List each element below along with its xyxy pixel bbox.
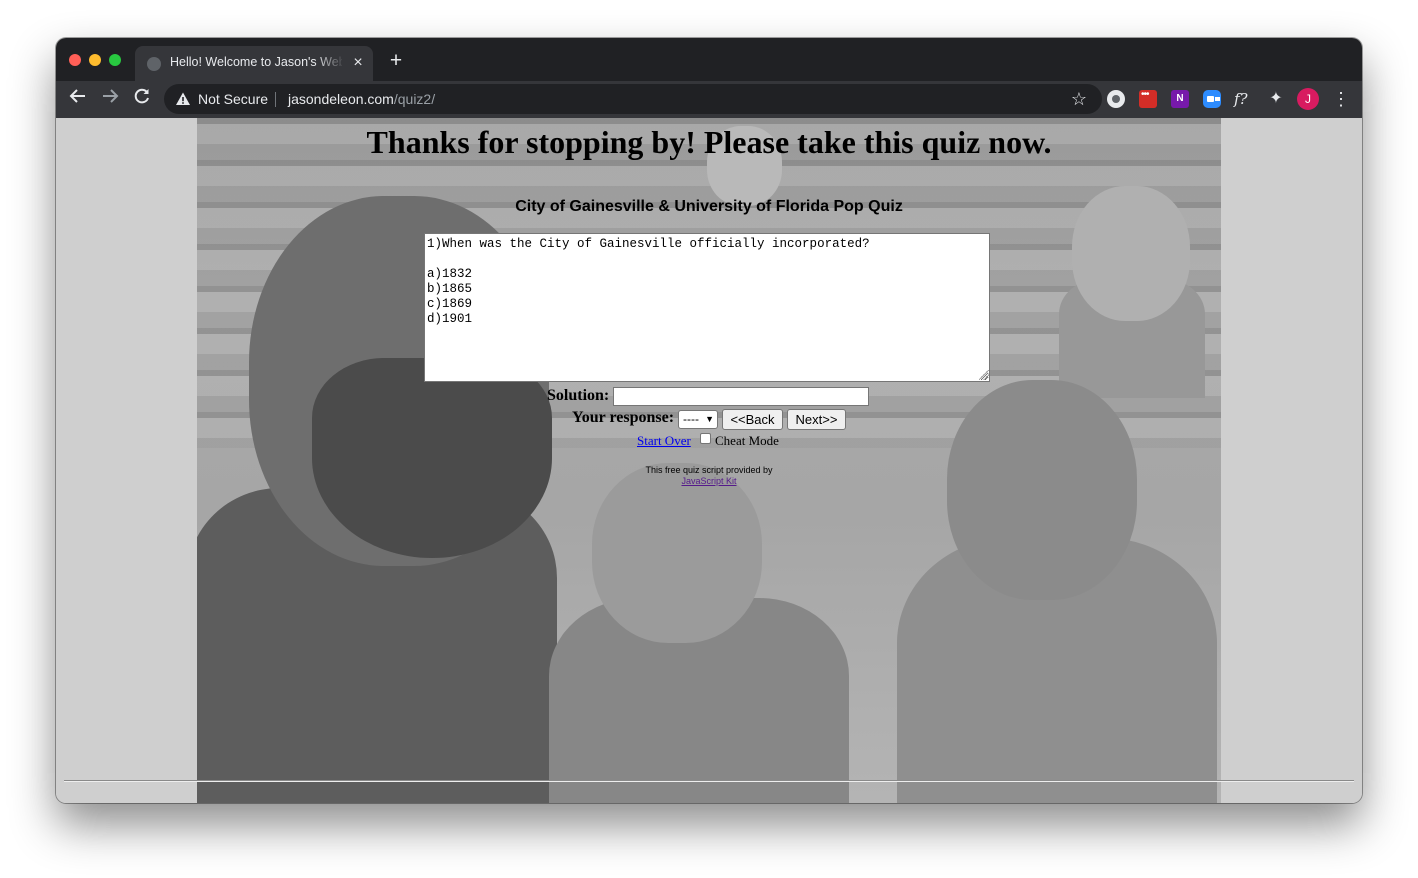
reload-glyph — [134, 88, 149, 104]
forward-arrow-icon[interactable] — [98, 87, 122, 111]
kebab-menu-icon[interactable]: ⋮ — [1332, 88, 1350, 110]
next-button[interactable]: Next>> — [787, 409, 846, 430]
response-select[interactable]: ---- ▼ — [678, 410, 718, 429]
solution-input[interactable] — [613, 387, 869, 406]
browser-tab[interactable]: Hello! Welcome to Jason's Web × — [135, 46, 373, 81]
url-host: jasondeleon.com — [288, 91, 394, 107]
new-tab-button[interactable]: + — [386, 50, 406, 71]
address-bar[interactable]: Not Secure jasondeleon.com/quiz2/ ☆ — [164, 84, 1102, 114]
browser-window: Hello! Welcome to Jason's Web × + Not Se… — [56, 38, 1362, 803]
javascript-kit-link[interactable]: JavaScript Kit — [609, 476, 809, 487]
credit-text: This free quiz script provided by — [645, 465, 773, 475]
zoom-icon[interactable] — [1203, 90, 1221, 108]
warning-icon[interactable] — [175, 91, 191, 107]
girl-figure-head — [947, 380, 1137, 600]
forward-arrow-glyph — [103, 89, 119, 103]
close-tab-icon[interactable]: × — [349, 54, 367, 72]
back-button[interactable]: <<Back — [722, 409, 783, 430]
cheat-mode-label: Cheat Mode — [715, 433, 779, 448]
page-heading: Thanks for stopping by! Please take this… — [366, 124, 1052, 160]
profile-avatar[interactable]: J — [1297, 88, 1319, 110]
quiz-title: City of Gainesville & University of Flor… — [515, 198, 903, 215]
maximize-window-button[interactable] — [109, 54, 121, 66]
f-extension-icon[interactable]: f? — [1234, 90, 1258, 108]
puzzle-icon[interactable]: ✦ — [1267, 90, 1285, 108]
solution-label: Solution: — [547, 387, 610, 404]
minimize-window-button[interactable] — [89, 54, 101, 66]
chevron-down-icon: ▼ — [705, 414, 714, 424]
tab-title-fade — [315, 46, 345, 81]
back-arrow-glyph — [69, 89, 85, 103]
background-photo — [197, 118, 1221, 803]
boy-figure-head — [592, 463, 762, 643]
response-label: Your response: — [572, 409, 675, 426]
resize-grip-icon[interactable] — [979, 370, 989, 380]
security-status[interactable]: Not Secure — [198, 91, 268, 107]
recorder-icon[interactable] — [1107, 90, 1125, 108]
url-text[interactable]: jasondeleon.com/quiz2/ — [288, 91, 435, 107]
question-textarea[interactable]: 1)When was the City of Gainesville offic… — [424, 233, 990, 382]
gator-face-mask — [312, 358, 552, 558]
horizontal-rule — [64, 780, 1354, 782]
browser-toolbar: Not Secure jasondeleon.com/quiz2/ ☆ N f?… — [56, 81, 1362, 118]
cheat-mode-checkbox[interactable] — [700, 433, 711, 444]
back-arrow-icon[interactable] — [66, 87, 90, 111]
script-credit: This free quiz script provided by JavaSc… — [609, 465, 809, 487]
lastpass-icon[interactable] — [1139, 89, 1157, 108]
page-viewport: Thanks for stopping by! Please take this… — [56, 118, 1362, 803]
bookmark-star-icon[interactable]: ☆ — [1068, 88, 1090, 110]
address-separator — [275, 92, 276, 107]
start-over-link[interactable]: Start Over — [637, 433, 691, 449]
globe-icon — [147, 57, 161, 71]
close-window-button[interactable] — [69, 54, 81, 66]
reload-icon[interactable] — [130, 87, 154, 111]
onenote-icon[interactable]: N — [1171, 90, 1189, 108]
response-selected-value: ---- — [683, 412, 699, 426]
tab-strip: Hello! Welcome to Jason's Web × + — [56, 38, 1362, 81]
url-path: /quiz2/ — [393, 91, 436, 107]
